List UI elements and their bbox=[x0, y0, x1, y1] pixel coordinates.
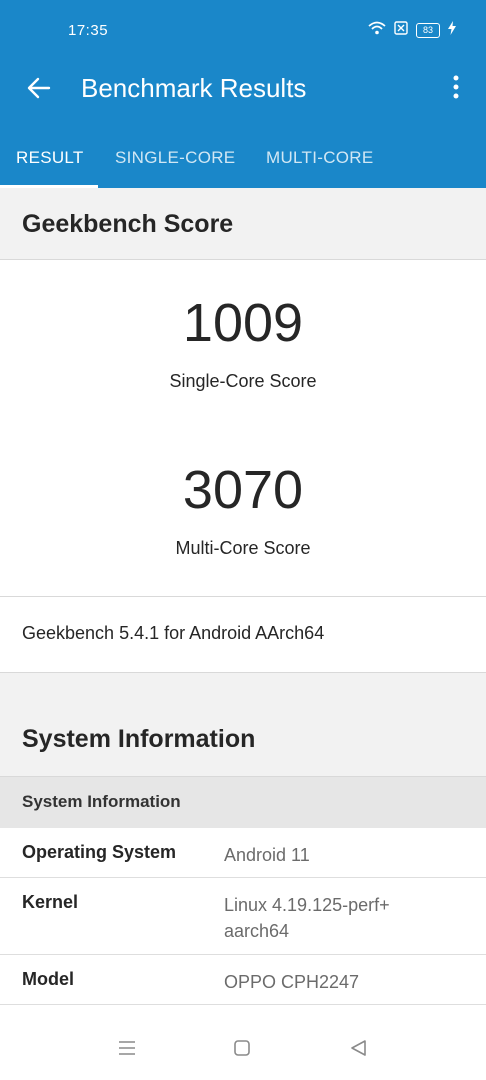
system-information-header: System Information bbox=[0, 673, 486, 777]
app-bar: Benchmark Results bbox=[0, 60, 486, 116]
square-icon[interactable] bbox=[234, 1040, 250, 1061]
tab-result[interactable]: RESULT bbox=[16, 148, 84, 168]
top-header: 17:35 83 Benchmark Results RESULT SINGLE… bbox=[0, 0, 486, 188]
subheader-label: System Information bbox=[22, 792, 181, 811]
status-bar: 17:35 83 bbox=[0, 0, 486, 60]
table-row: Operating System Android 11 bbox=[0, 828, 486, 878]
row-value: OPPO CPH2247 bbox=[224, 972, 360, 992]
page-title: Benchmark Results bbox=[81, 73, 307, 103]
section-heading: Geekbench Score bbox=[22, 210, 234, 238]
single-core-score-label: Single-Core Score bbox=[169, 371, 317, 391]
table-row: Model OPPO CPH2247 bbox=[0, 955, 486, 1005]
no-sim-icon bbox=[394, 21, 408, 40]
wifi-icon bbox=[368, 21, 386, 40]
tab-single-core[interactable]: SINGLE-CORE bbox=[115, 148, 235, 168]
table-subheader: System Information bbox=[0, 777, 486, 828]
tab-multi-core[interactable]: MULTI-CORE bbox=[266, 148, 374, 168]
row-key: Kernel bbox=[22, 892, 79, 912]
system-nav-bar bbox=[0, 1010, 486, 1080]
version-row: Geekbench 5.4.1 for Android AArch64 bbox=[0, 597, 486, 673]
status-icons: 83 bbox=[368, 21, 456, 40]
triangle-back-icon[interactable] bbox=[350, 1040, 366, 1061]
row-key: Model bbox=[22, 969, 74, 989]
row-value: Linux 4.19.125-perf+ aarch64 bbox=[224, 892, 390, 944]
multi-core-score-value: 3070 bbox=[182, 460, 304, 520]
menu-lines-icon[interactable] bbox=[118, 1040, 136, 1061]
single-core-score-value: 1009 bbox=[182, 293, 304, 353]
score-block: 1009 Single-Core Score 3070 Multi-Core S… bbox=[0, 260, 486, 597]
battery-indicator: 83 bbox=[416, 23, 440, 38]
status-time: 17:35 bbox=[68, 22, 109, 39]
geekbench-score-header: Geekbench Score bbox=[0, 188, 486, 260]
row-value-line: aarch64 bbox=[224, 921, 290, 941]
row-key: Operating System bbox=[22, 842, 177, 862]
multi-core-score-label: Multi-Core Score bbox=[175, 538, 311, 558]
arrow-left-icon[interactable] bbox=[24, 73, 54, 103]
section-heading: System Information bbox=[22, 725, 256, 753]
row-value-line: Linux 4.19.125-perf+ bbox=[224, 895, 390, 915]
bolt-icon bbox=[448, 21, 456, 40]
more-vertical-icon[interactable] bbox=[444, 72, 468, 102]
row-value: Android 11 bbox=[224, 845, 310, 865]
version-text: Geekbench 5.4.1 for Android AArch64 bbox=[22, 623, 325, 643]
tab-bar: RESULT SINGLE-CORE MULTI-CORE bbox=[0, 130, 486, 188]
table-row: Kernel Linux 4.19.125-perf+ aarch64 bbox=[0, 878, 486, 955]
